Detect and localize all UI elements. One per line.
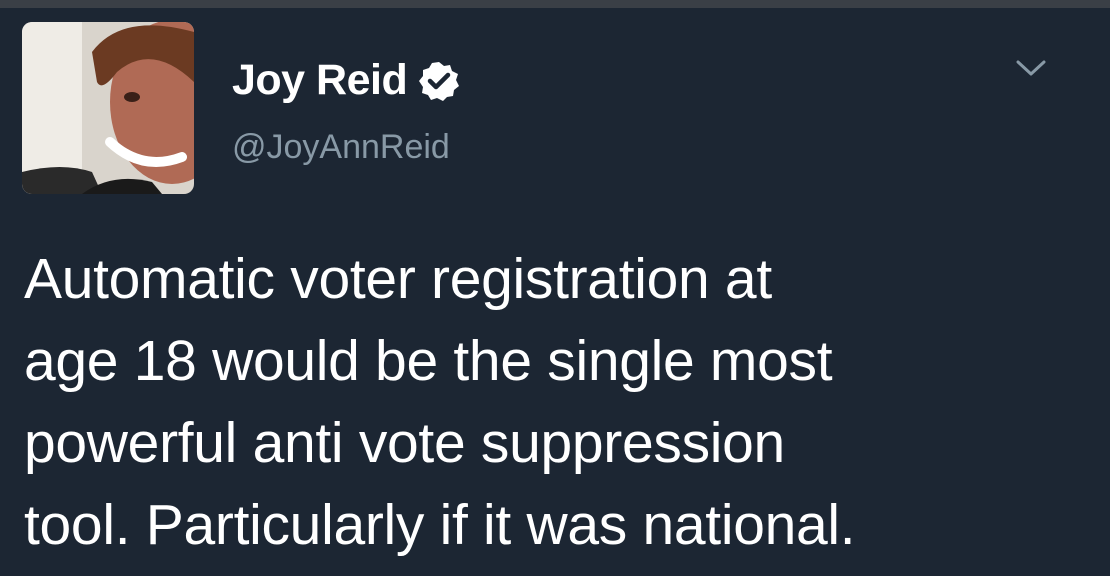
tweet-text-line: age 18 would be the single most — [24, 329, 833, 393]
tweet-card: Joy Reid @JoyAnnReid Automatic voter reg… — [0, 0, 1110, 576]
avatar[interactable] — [22, 22, 194, 194]
user-handle[interactable]: @JoyAnnReid — [232, 128, 450, 167]
author-row: Joy Reid — [232, 56, 460, 105]
profile-photo-icon — [22, 22, 194, 194]
display-name[interactable]: Joy Reid — [232, 56, 408, 105]
top-border — [0, 0, 1110, 8]
tweet-text-line: powerful anti vote suppression — [24, 411, 785, 475]
chevron-down-icon[interactable] — [1014, 56, 1048, 80]
tweet-text-line: Automatic voter registration at — [24, 247, 772, 311]
verified-badge-icon — [419, 61, 460, 101]
tweet-text: Automatic voter registration at age 18 w… — [24, 238, 1094, 566]
tweet-text-line: tool. Particularly if it was national. — [24, 493, 856, 557]
